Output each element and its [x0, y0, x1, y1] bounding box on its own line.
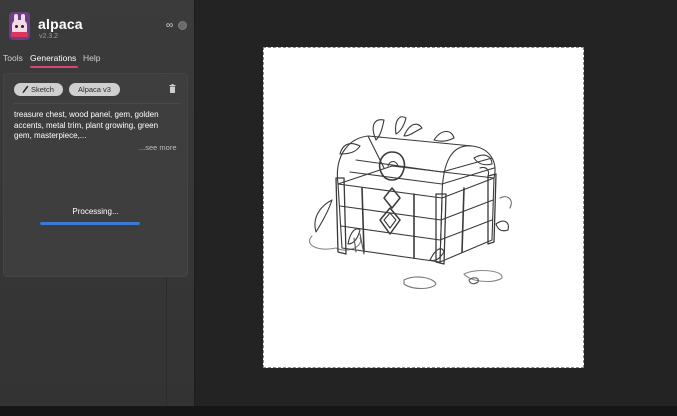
sketch-drawing	[309, 116, 512, 290]
model-chip[interactable]: Alpaca v3	[69, 83, 120, 96]
left-panel: alpaca v2.3.2 ∞ Tools Generations Help S…	[0, 0, 195, 406]
tab-generations[interactable]: Generations	[30, 53, 76, 63]
app-version: v2.3.2	[39, 33, 59, 40]
status-dot[interactable]	[178, 21, 187, 30]
alpaca-logo-icon	[9, 12, 30, 40]
model-chip-label: Alpaca v3	[78, 85, 111, 94]
trash-icon[interactable]	[169, 84, 176, 93]
processing-status: Processing...	[72, 207, 119, 216]
progress-fill	[40, 222, 140, 225]
app-window: alpaca v2.3.2 ∞ Tools Generations Help S…	[0, 0, 677, 416]
pencil-icon	[22, 85, 29, 94]
progress-bar	[40, 222, 140, 225]
sketch-chip-label: Sketch	[31, 85, 54, 94]
prompt-text: treasure chest, wood panel, gem, golden …	[14, 110, 159, 140]
card-divider	[14, 103, 181, 104]
tab-help[interactable]: Help	[83, 53, 100, 63]
see-more-link[interactable]: ...see more	[139, 143, 177, 152]
app-title: alpaca	[38, 16, 83, 32]
generation-card: Sketch Alpaca v3 treasure chest, wood pa…	[3, 73, 188, 277]
infinity-icon[interactable]: ∞	[166, 20, 173, 32]
tab-tools[interactable]: Tools	[3, 53, 23, 63]
image-canvas[interactable]	[263, 47, 584, 368]
bottom-bar	[0, 406, 677, 416]
sketch-mode-chip[interactable]: Sketch	[14, 83, 63, 96]
active-tab-indicator	[30, 66, 78, 68]
